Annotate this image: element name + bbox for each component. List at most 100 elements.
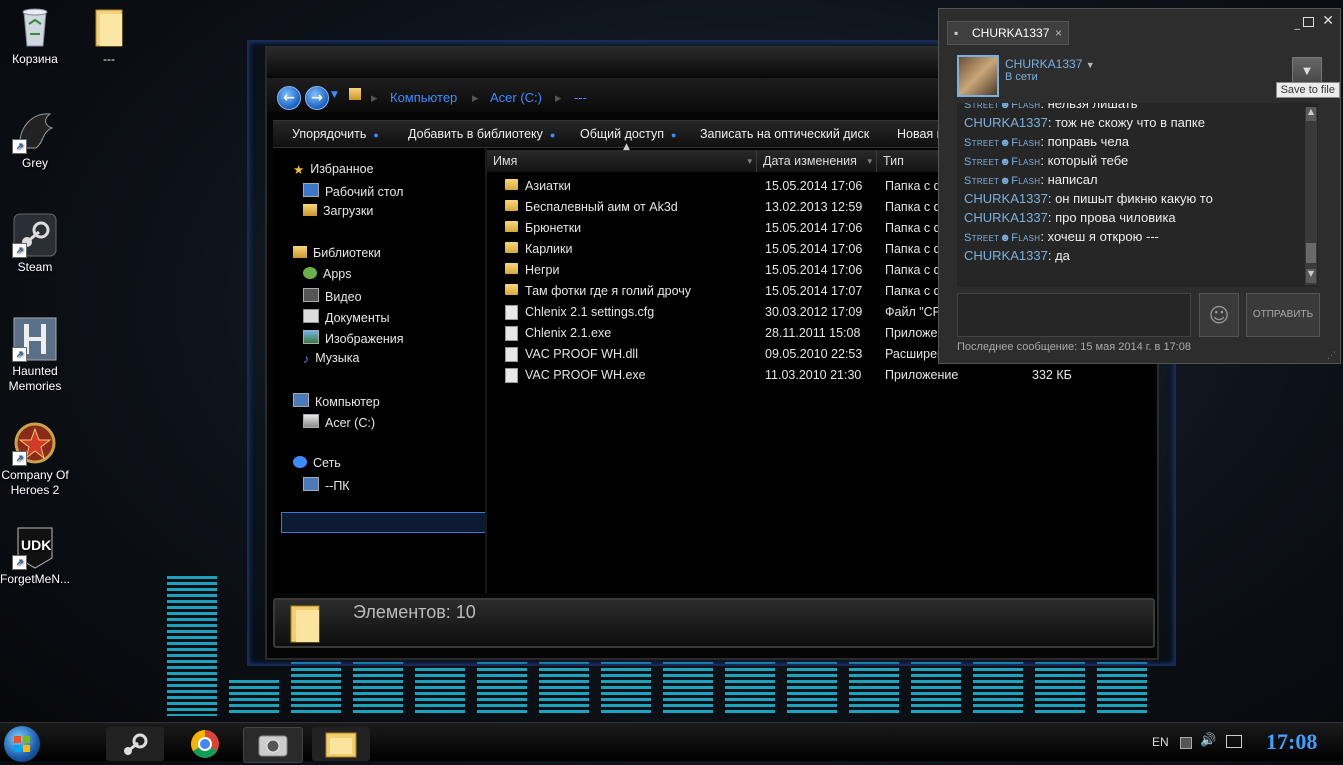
apps-icon — [303, 267, 317, 279]
tray-app-icon[interactable] — [1180, 737, 1192, 749]
breadcrumb-computer[interactable]: Компьютер — [390, 90, 457, 105]
libraries-icon — [293, 246, 307, 258]
message-sender[interactable]: CHURKA1337 — [964, 210, 1048, 225]
message-sender[interactable]: Street☻Flash — [964, 232, 1040, 244]
taskbar-steam[interactable] — [106, 727, 164, 761]
taskbar-camera[interactable] — [243, 727, 303, 763]
folder-icon — [505, 242, 518, 253]
message-sender[interactable]: Street☻Flash — [964, 103, 1040, 111]
file-row[interactable]: VAC PROOF WH.exe 11.03.2010 21:30 Приложен… — [487, 365, 1155, 386]
friend-status: В сети — [1005, 71, 1038, 83]
message-sender[interactable]: Street☻Flash — [964, 156, 1040, 168]
nav-label: --ПК — [325, 479, 350, 493]
message-text: написал — [1047, 172, 1098, 187]
minimize-icon[interactable]: _ — [1295, 17, 1301, 30]
send-button[interactable]: ОТПРАВИТЬ — [1246, 293, 1320, 337]
folder-icon — [505, 179, 518, 190]
maximize-icon[interactable] — [1303, 17, 1314, 27]
chat-message: CHURKA1337: да — [964, 248, 1070, 263]
forward-button[interactable]: → — [305, 86, 329, 110]
back-button[interactable]: ← — [277, 86, 301, 110]
column-header-date[interactable]: Дата изменения ▾ — [757, 150, 877, 172]
file-type: Приложение — [885, 368, 959, 382]
nav-images[interactable]: Изображения — [303, 330, 404, 346]
folder-icon — [290, 605, 320, 643]
add-to-library-button[interactable]: Добавить в библиотеку ● — [408, 127, 555, 141]
nav-apps[interactable]: Apps — [303, 267, 352, 281]
desktop-icon-grey[interactable]: ↗ Grey — [0, 108, 70, 171]
desktop-icon-recycle-bin[interactable]: Корзина — [0, 4, 70, 67]
nav-music[interactable]: ♪ Музыка — [303, 351, 359, 366]
chat-tab[interactable]: ▪ CHURKA1337 × — [947, 21, 1069, 45]
message-sender[interactable]: CHURKA1337 — [964, 115, 1048, 130]
language-indicator[interactable]: EN — [1152, 735, 1169, 749]
nav-downloads[interactable]: Загрузки — [303, 204, 373, 218]
scroll-down-icon[interactable]: ▼ — [1306, 269, 1316, 283]
camera-icon — [258, 735, 288, 757]
nav-label: Загрузки — [323, 204, 374, 218]
desktop-icon-label: ForgetMeN... — [0, 572, 71, 586]
emoticon-button[interactable]: ☺ — [1199, 293, 1239, 337]
scroll-up-icon[interactable]: ▲ — [1306, 107, 1316, 121]
message-sender[interactable]: CHURKA1337 — [964, 191, 1048, 206]
network-tray-icon[interactable] — [1226, 735, 1242, 748]
friend-name[interactable]: CHURKA1337 ▼ — [1005, 57, 1095, 71]
burn-disc-button[interactable]: Записать на оптический диск — [700, 127, 869, 141]
nav-documents[interactable]: Документы — [303, 309, 389, 325]
nav-network[interactable]: Сеть — [293, 456, 341, 470]
taskbar-explorer[interactable] — [312, 727, 370, 761]
resize-grip-icon[interactable]: ⋰ — [1327, 351, 1336, 361]
drive-icon — [303, 414, 319, 428]
file-name: Негри — [525, 263, 560, 277]
file-date: 15.05.2014 17:06 — [765, 221, 863, 235]
file-name: Азиатки — [525, 179, 571, 193]
exe-file-icon — [505, 326, 518, 341]
desktop-icon-udk[interactable]: UDK ↗ ForgetMeN... — [0, 524, 70, 587]
file-name: Chlenix 2.1 settings.cfg — [525, 305, 655, 319]
nav-label: Acer (C:) — [325, 416, 375, 430]
message-colon: : — [1047, 248, 1056, 263]
file-icon — [505, 305, 518, 320]
images-icon — [303, 330, 319, 344]
chat-message: Street☻Flash: поправь чела — [964, 134, 1129, 149]
downloads-icon — [303, 204, 317, 216]
desktop-icon-haunted-memories[interactable]: ↗ Haunted Memories — [0, 316, 70, 394]
breadcrumb-folder[interactable]: --- — [574, 90, 587, 105]
volume-icon[interactable]: 🔊 — [1200, 733, 1216, 748]
avatar[interactable] — [957, 55, 999, 97]
chat-scrollbar[interactable]: ▲ ▼ — [1305, 107, 1317, 285]
message-sender[interactable]: Street☻Flash — [964, 137, 1040, 149]
start-button[interactable] — [4, 726, 40, 762]
nav-desktop[interactable]: Рабочий стол — [303, 183, 403, 199]
desktop-icon-steam[interactable]: ↗ Steam — [0, 212, 70, 275]
desktop-icon-company-of-heroes[interactable]: ↗ Company Of Heroes 2 — [0, 420, 70, 498]
desktop-icon-folder[interactable]: --- — [74, 4, 144, 67]
share-button[interactable]: Общий доступ ● — [580, 127, 676, 141]
message-sender[interactable]: Street☻Flash — [964, 175, 1040, 187]
breadcrumb-drive[interactable]: Acer (C:) — [490, 90, 542, 105]
nav-pc[interactable]: --ПК — [303, 477, 350, 493]
nav-video[interactable]: Видео — [303, 288, 362, 304]
taskbar-chrome[interactable] — [176, 727, 234, 761]
message-sender[interactable]: CHURKA1337 — [964, 248, 1048, 263]
history-dropdown-icon[interactable]: ▼ — [331, 90, 338, 100]
nav-label: Сеть — [313, 456, 341, 470]
message-text: про прова чиловика — [1055, 210, 1176, 225]
message-input[interactable] — [957, 293, 1191, 337]
shortcut-arrow-icon: ↗ — [12, 347, 27, 362]
breadcrumb-separator: ▸ — [371, 90, 378, 105]
close-icon[interactable]: ✕ — [1322, 13, 1334, 29]
nav-favorites[interactable]: ★ Избранное — [293, 162, 374, 177]
nav-libraries[interactable]: Библиотеки — [293, 246, 381, 260]
close-tab-icon[interactable]: × — [1055, 22, 1062, 44]
nav-drive-c[interactable]: Acer (C:) — [303, 414, 375, 430]
message-colon: : — [1040, 229, 1048, 244]
chat-history: Street☻Flash: нельзя лишать CHURKA1337: т… — [957, 103, 1318, 287]
scroll-thumb[interactable] — [1306, 243, 1316, 263]
clock[interactable]: 17:08 — [1266, 729, 1317, 755]
organize-button[interactable]: Упорядочить ● — [292, 127, 379, 141]
nav-label: Избранное — [310, 162, 374, 176]
nav-computer[interactable]: Компьютер — [293, 393, 380, 409]
column-header-name[interactable]: Имя ▾ — [487, 150, 757, 172]
smiley-icon: ☺ — [1208, 303, 1230, 327]
